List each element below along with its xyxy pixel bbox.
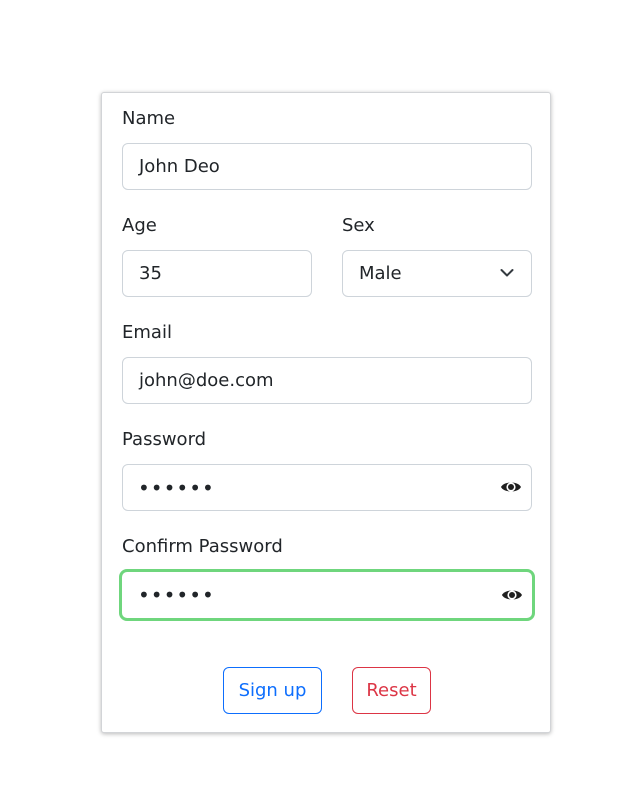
name-input-value: John Deo	[139, 156, 220, 177]
confirm-password-input[interactable]: ••••••	[119, 569, 535, 621]
name-input[interactable]: John Deo	[122, 143, 532, 190]
eye-icon[interactable]	[501, 586, 523, 604]
eye-icon[interactable]	[500, 478, 522, 496]
sign-up-button[interactable]: Sign up	[223, 667, 322, 714]
password-input[interactable]: ••••••	[122, 464, 532, 511]
email-label: Email	[122, 322, 172, 343]
email-input-value: john@doe.com	[139, 370, 274, 391]
sex-select[interactable]: Male	[342, 250, 532, 297]
chevron-down-icon	[500, 269, 514, 277]
age-input-value: 35	[139, 263, 162, 284]
name-label: Name	[122, 108, 176, 129]
signup-form-card: Name John Deo Age 35 Sex Male Email john…	[101, 92, 551, 733]
sex-label: Sex	[342, 215, 375, 236]
sex-select-value: Male	[359, 263, 402, 284]
age-label: Age	[122, 215, 157, 236]
password-label: Password	[122, 429, 207, 450]
age-input[interactable]: 35	[122, 250, 312, 297]
confirm-password-input-value: ••••••	[138, 583, 215, 607]
confirm-password-label: Confirm Password	[122, 536, 283, 557]
password-input-value: ••••••	[138, 476, 215, 500]
email-input[interactable]: john@doe.com	[122, 357, 532, 404]
reset-button[interactable]: Reset	[352, 667, 431, 714]
